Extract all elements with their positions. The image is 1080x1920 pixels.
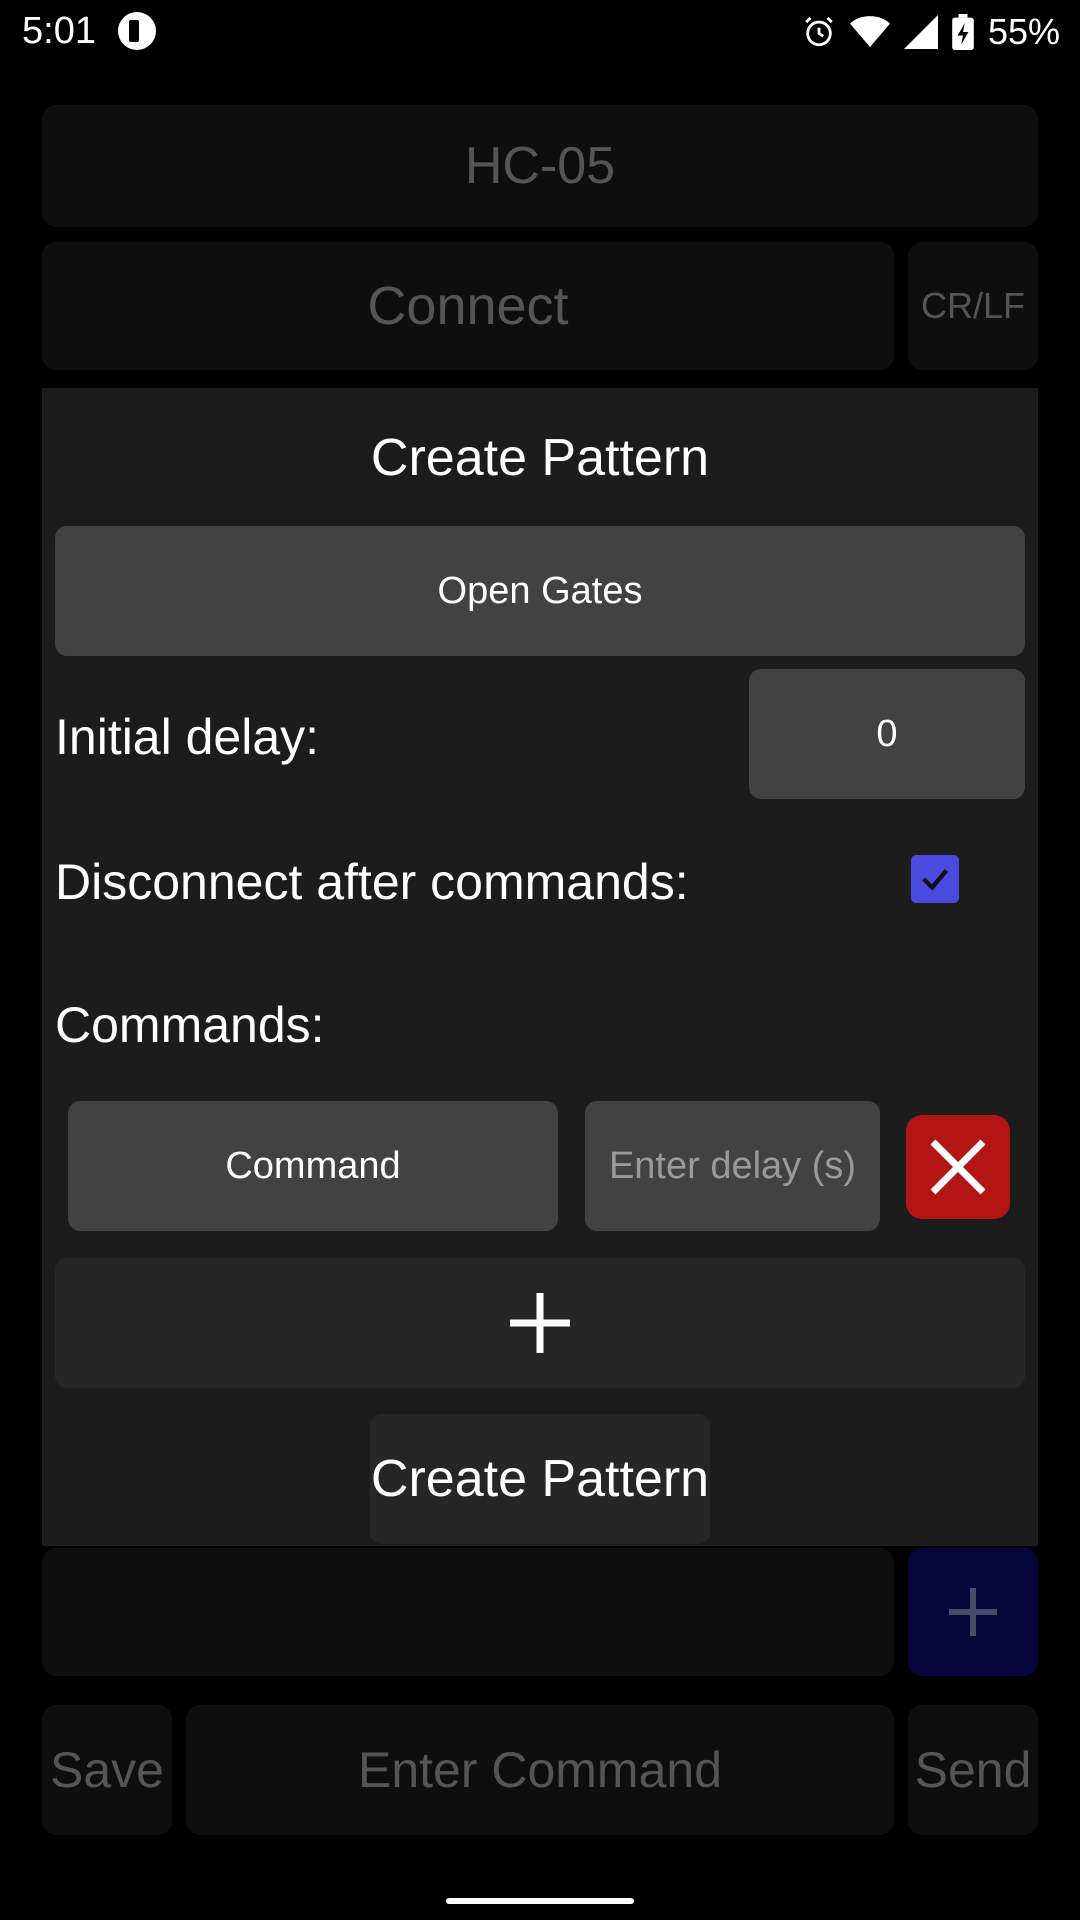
add-command-button[interactable] [55,1258,1025,1388]
command-input[interactable]: Enter Command [186,1705,894,1835]
home-indicator[interactable] [446,1898,634,1904]
signal-icon [903,15,938,49]
initial-delay-field[interactable]: 0 [749,669,1025,799]
status-bar: 5:01 55% [0,0,1080,63]
disconnect-label: Disconnect after commands: [55,854,689,910]
battery-percentage: 55% [987,11,1060,52]
line-ending-button[interactable]: CR/LF [908,242,1038,370]
device-name-field[interactable]: HC-05 [42,105,1038,227]
battery-charging-icon [952,14,974,50]
status-icons: 55% [802,8,1060,56]
delete-command-button[interactable] [906,1115,1010,1219]
alarm-icon [805,16,833,47]
plus-icon [949,1588,997,1636]
command-delay-field[interactable]: Enter delay (s) [585,1101,880,1231]
create-pattern-dialog: Create Pattern Open Gates Initial delay:… [42,388,1038,1546]
create-pattern-button[interactable]: Create Pattern [370,1414,710,1544]
wifi-icon [849,16,890,47]
initial-delay-label: Initial delay: [55,709,320,765]
status-time: 5:01 [22,10,96,52]
send-button[interactable]: Send [908,1705,1038,1835]
disconnect-checkbox[interactable] [911,855,959,903]
pattern-name-field[interactable]: Open Gates [55,526,1025,656]
commands-label: Commands: [55,997,325,1053]
app-notification-icon [118,12,156,50]
add-pattern-button[interactable] [908,1548,1038,1676]
connect-button[interactable]: Connect [42,242,894,370]
command-field[interactable]: Command [68,1101,558,1231]
plus-icon [510,1293,570,1353]
checkmark-icon [922,869,948,891]
close-icon [930,1139,986,1195]
save-button[interactable]: Save [42,1705,172,1835]
pattern-list-area [42,1548,894,1676]
dialog-title: Create Pattern [370,429,710,487]
